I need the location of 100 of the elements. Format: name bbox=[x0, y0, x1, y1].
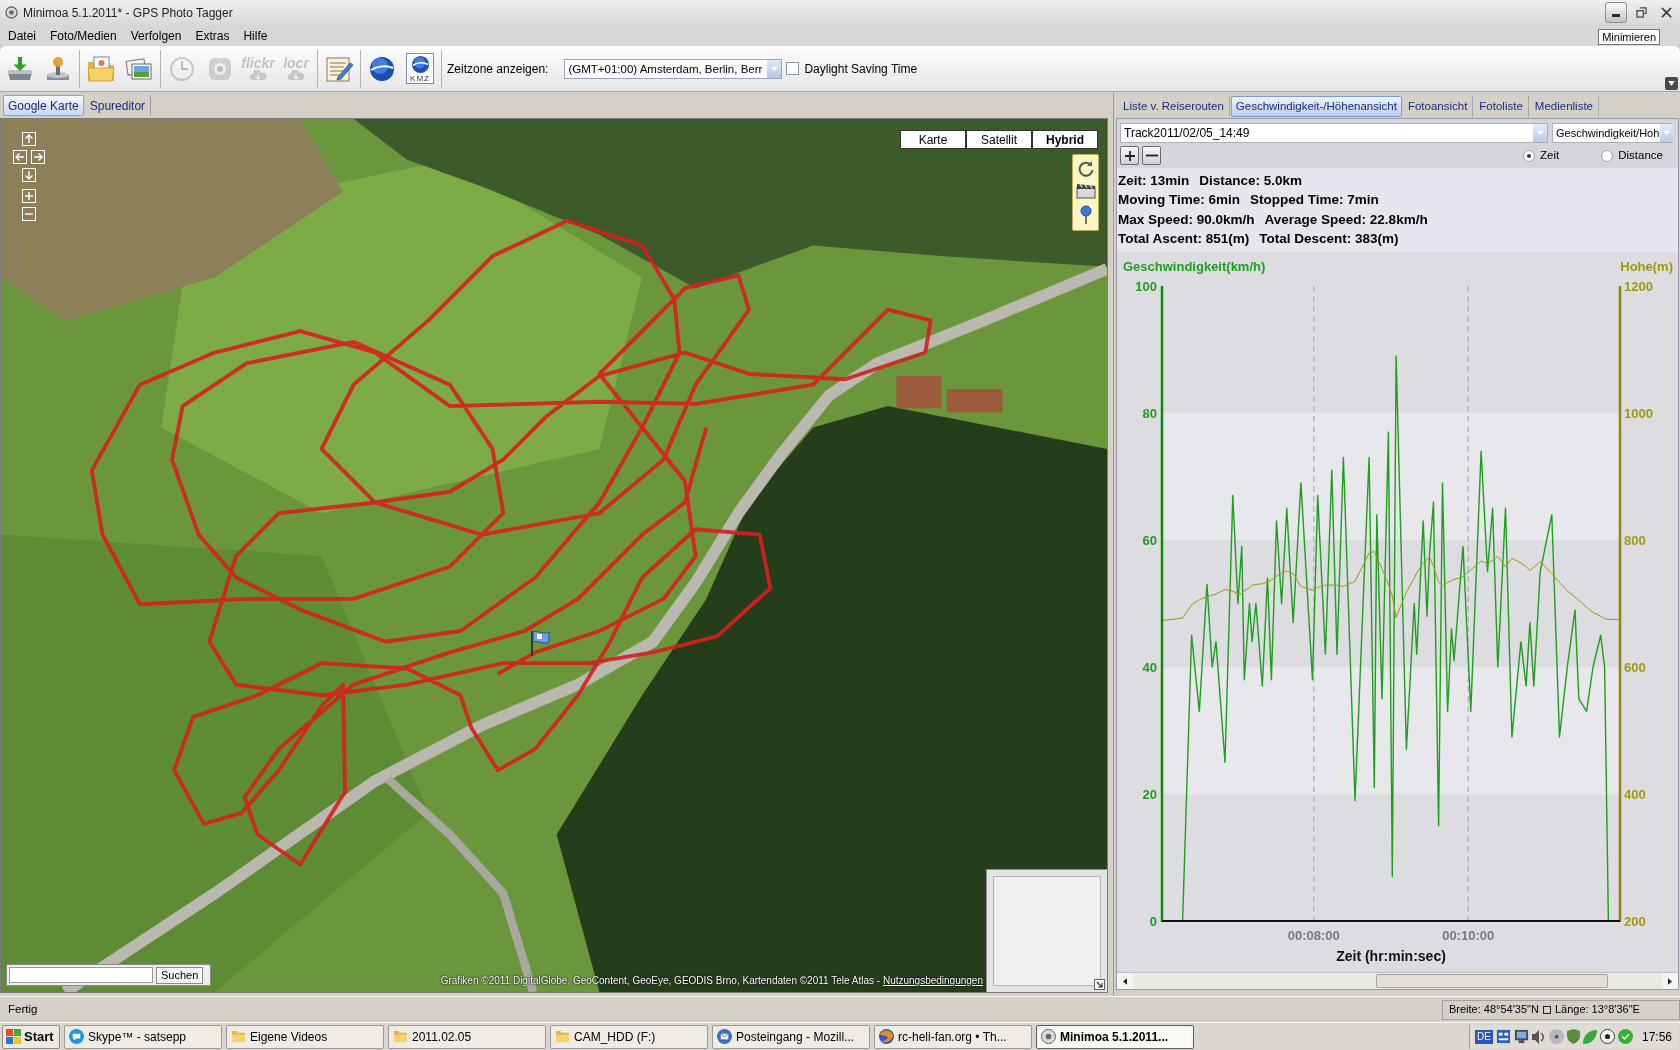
folder-picture-icon bbox=[86, 54, 116, 83]
radio-label: Distance bbox=[1618, 147, 1663, 163]
chevron-down-icon bbox=[1668, 81, 1675, 86]
document-pen-icon bbox=[324, 54, 354, 83]
taskbar-button[interactable]: 2011.02.05 bbox=[388, 1024, 546, 1049]
ball-icon bbox=[1599, 1029, 1615, 1044]
menu-item[interactable]: Foto/Medien bbox=[43, 26, 124, 45]
arrow-right-icon bbox=[33, 152, 43, 162]
tab[interactable]: Liste v. Reiserouten bbox=[1118, 96, 1230, 117]
taskbar-button[interactable]: CAM_HDD (F:) bbox=[550, 1024, 708, 1049]
search-field[interactable] bbox=[9, 967, 153, 983]
axis-title: Geschwindigkeit(km/h) bbox=[1123, 259, 1266, 274]
tab[interactable]: Fotoansicht bbox=[1402, 96, 1474, 117]
dropdown-arrow-icon bbox=[1663, 131, 1671, 135]
start-button[interactable]: Start bbox=[2, 1024, 60, 1049]
tab[interactable]: Fotoliste bbox=[1474, 96, 1529, 117]
map-attribution: Grafiken ©2011 DigitalGlobe, GeoContent, GeoEye, GEODIS Brno, Kartendaten ©2011 Tele Atlas - Nutzungsbedingungen bbox=[440, 975, 983, 987]
stat-text: Max Speed: 90.0km/h bbox=[1118, 210, 1255, 229]
speed-tick-label: 80 bbox=[1142, 406, 1157, 421]
folder-icon bbox=[393, 1030, 408, 1043]
taskbar-button[interactable]: rc-heli-fan.org • Th... bbox=[874, 1024, 1032, 1049]
map-type-button[interactable]: Hybrid bbox=[1033, 131, 1097, 148]
map-type-button[interactable]: Satellit bbox=[967, 131, 1031, 148]
toolbar-overflow-button[interactable] bbox=[1665, 77, 1678, 90]
plus-icon bbox=[24, 191, 34, 201]
track-select[interactable]: Track2011/02/05_14:49 bbox=[1120, 123, 1548, 143]
clock-icon bbox=[167, 54, 197, 83]
menu-item[interactable]: Extras bbox=[188, 26, 237, 45]
four-squares-icon bbox=[6, 1029, 21, 1044]
dropdown-arrow-icon bbox=[1536, 131, 1544, 135]
dot-circle-icon bbox=[5, 6, 18, 19]
dropdown-arrow-icon bbox=[770, 66, 778, 71]
pan-right-button[interactable] bbox=[31, 150, 45, 164]
speaker-icon bbox=[1531, 1029, 1546, 1044]
radio-button[interactable] bbox=[1601, 149, 1614, 162]
tab[interactable]: Medienliste bbox=[1529, 96, 1599, 117]
taskbar-button[interactable]: Eigene Videos bbox=[226, 1024, 384, 1049]
restore-icon bbox=[1635, 7, 1647, 18]
arrow-up-icon bbox=[24, 134, 34, 144]
stat-text: Moving Time: 6min bbox=[1118, 191, 1240, 210]
map-view[interactable]: Karte Satellit Hybrid Suchen Grafiken ©2011 DigitalGlobe, GeoContent, GeoEye, GEODIS Brno, Kartendaten ©2011 Tele Atlas - Nutzungsbedingungen bbox=[0, 118, 1108, 993]
checkbox[interactable] bbox=[786, 62, 800, 75]
dot-circle-icon bbox=[1041, 1029, 1056, 1044]
terms-link[interactable]: Nutzungsbedingungen bbox=[882, 975, 983, 986]
tab[interactable]: Google Karte bbox=[3, 95, 84, 116]
language-indicator[interactable]: DE bbox=[1475, 1029, 1493, 1044]
menu-item[interactable]: Datei bbox=[1, 26, 43, 45]
speed-tick-label: 40 bbox=[1142, 660, 1157, 675]
clapperboard-icon bbox=[1075, 183, 1096, 200]
pin-icon bbox=[1079, 205, 1092, 226]
arrow-down-icon bbox=[24, 170, 34, 180]
clock: 17:56 bbox=[1641, 1028, 1672, 1046]
stat-text: Stopped Time: 7min bbox=[1250, 191, 1379, 210]
x-axis-title: Zeit (hr:min:sec) bbox=[1336, 948, 1446, 964]
taskbar-button[interactable]: Posteingang - Mozill... bbox=[712, 1024, 870, 1049]
zoom-in-button[interactable] bbox=[1120, 146, 1139, 165]
tab[interactable]: Geschwindigkeit-/Höhenansicht bbox=[1230, 96, 1402, 117]
taskbar-button[interactable]: Minimoa 5.1.2011... bbox=[1036, 1024, 1194, 1049]
view-select[interactable]: Geschwindigkeit/Hoh bbox=[1552, 123, 1672, 143]
scrollbar-thumb[interactable] bbox=[1376, 974, 1608, 988]
menu-item[interactable]: Verfolgen bbox=[123, 26, 189, 45]
tooltip: Minimieren bbox=[1598, 29, 1660, 45]
globe-icon bbox=[410, 55, 430, 74]
shield-icon bbox=[1566, 1029, 1580, 1044]
envelope-icon bbox=[717, 1029, 732, 1044]
triangle-left-icon bbox=[1123, 977, 1127, 985]
stat-text: Total Ascent: 851(m) bbox=[1118, 230, 1250, 249]
stat-text: Total Descent: 383(m) bbox=[1259, 230, 1399, 249]
checkbox-label: Daylight Saving Time bbox=[804, 60, 918, 78]
time-tick-label: 00:10:00 bbox=[1442, 928, 1495, 943]
menu-item[interactable]: Hilfe bbox=[236, 26, 275, 45]
pan-up-button[interactable] bbox=[22, 132, 36, 146]
speed-tick-label: 0 bbox=[1149, 914, 1157, 929]
minimize-button[interactable] bbox=[1605, 2, 1627, 23]
plus-icon bbox=[1123, 149, 1136, 162]
overview-map[interactable] bbox=[986, 869, 1107, 992]
radio-button[interactable] bbox=[1523, 149, 1536, 162]
folder-icon bbox=[555, 1030, 570, 1043]
cloud-arrow-icon bbox=[248, 69, 268, 82]
leaf-icon bbox=[1582, 1029, 1597, 1044]
arrow-left-icon bbox=[15, 152, 25, 162]
zoom-out-button[interactable] bbox=[1142, 146, 1161, 165]
folder-icon bbox=[231, 1030, 246, 1043]
scroll-right-button[interactable] bbox=[1662, 973, 1678, 989]
altitude-tick-label: 600 bbox=[1624, 660, 1646, 675]
resize-arrow-icon bbox=[1094, 979, 1105, 990]
altitude-tick-label: 1000 bbox=[1624, 406, 1653, 421]
search-button[interactable]: Suchen bbox=[156, 966, 204, 984]
pan-down-button[interactable] bbox=[22, 168, 36, 182]
triangle-right-icon bbox=[1668, 977, 1672, 985]
minus-icon bbox=[1145, 154, 1158, 157]
taskbar-button[interactable]: Skype™ - satsepp bbox=[64, 1024, 222, 1049]
scroll-left-button[interactable] bbox=[1117, 973, 1133, 989]
map-type-button[interactable]: Karte bbox=[901, 131, 965, 148]
stat-text: Zeit: 13min bbox=[1118, 171, 1190, 190]
flag-icon bbox=[529, 629, 551, 657]
tab[interactable]: Spureditor bbox=[84, 95, 152, 116]
square-icon bbox=[1542, 1005, 1551, 1014]
pan-left-button[interactable] bbox=[13, 150, 27, 164]
timezone-select[interactable]: (GMT+01:00) Amsterdam, Berlin, Berr bbox=[564, 58, 783, 79]
